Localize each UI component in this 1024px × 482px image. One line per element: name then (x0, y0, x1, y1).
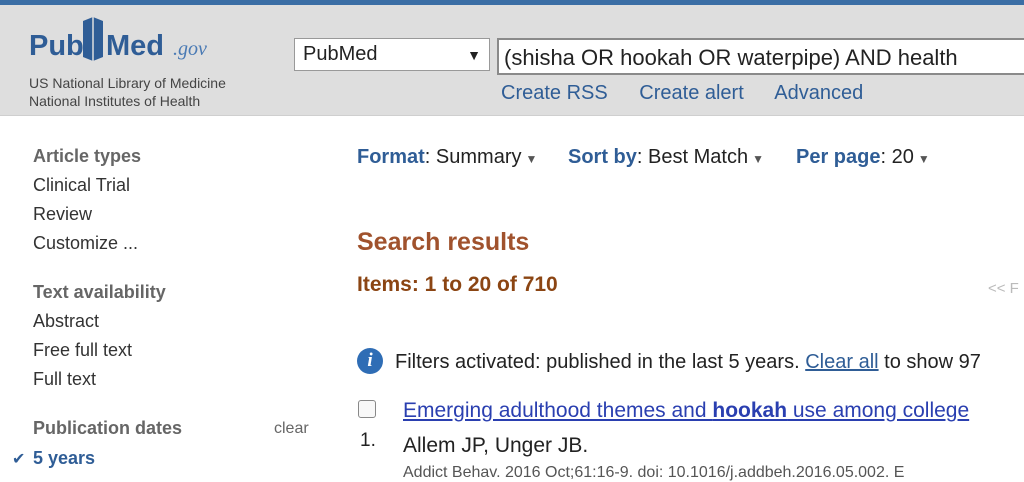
article-authors: Allem JP, Unger JB. (403, 434, 589, 457)
per-page-label: Per page (796, 146, 881, 168)
sort-label: Sort by (568, 146, 637, 168)
nlm-line2: National Institutes of Health (29, 93, 201, 109)
results-main: Format: Summary ▼ Sort by: Best Match ▼ Pe… (320, 116, 1024, 481)
per-page-value: 20 (891, 146, 914, 168)
search-input[interactable]: (shisha OR hookah OR waterpipe) AND heal… (497, 38, 1024, 75)
filter-sidebar: Article types Clinical Trial Review Cust… (0, 116, 320, 477)
format-value: Summary (435, 146, 522, 168)
first-page-link[interactable]: << F (988, 280, 1019, 297)
dropdown-arrow-icon: ▼ (467, 47, 481, 63)
article-title-highlight: hookah (712, 399, 788, 422)
format-control[interactable]: Format: Summary ▼ (357, 146, 537, 169)
dropdown-triangle-icon: ▼ (752, 152, 764, 166)
header: Pub Med .gov US National Library of Medi… (0, 5, 1024, 116)
clear-all-link[interactable]: Clear all (805, 351, 878, 373)
dropdown-triangle-icon: ▼ (525, 152, 538, 166)
search-query-text: (shisha OR hookah OR waterpipe) AND heal… (504, 45, 958, 70)
article-number: 1. (360, 430, 376, 451)
logo-pub-text: Pub (29, 30, 84, 62)
items-count: Items: 1 to 20 of 710 (357, 273, 558, 296)
filter-abstract[interactable]: Abstract (33, 311, 99, 332)
sort-control[interactable]: Sort by: Best Match ▼ (568, 146, 764, 169)
filter-5-years[interactable]: 5 years (33, 448, 95, 469)
format-label: Format (357, 146, 425, 168)
database-select[interactable]: PubMed ▼ (294, 38, 490, 71)
dropdown-triangle-icon: ▼ (917, 152, 930, 166)
filter-notice-text: Filters activated: published in the last… (395, 351, 800, 373)
sort-value: Best Match (648, 146, 749, 168)
results-title: Search results (357, 228, 530, 256)
checkmark-icon: ✔ (12, 451, 26, 468)
filter-free-full-text[interactable]: Free full text (33, 340, 132, 361)
article-title-part: use among college (787, 399, 970, 422)
header-links: Create RSS Create alert Advanced (501, 82, 889, 105)
create-rss-link[interactable]: Create RSS (501, 82, 608, 104)
clear-dates-link[interactable]: clear (274, 420, 309, 438)
per-page-control[interactable]: Per page: 20 ▼ (796, 146, 930, 169)
article-title-link[interactable]: Emerging adulthood themes and hookah use… (403, 399, 969, 423)
book-icon (83, 17, 103, 61)
filter-customize[interactable]: Customize ... (33, 233, 138, 254)
filter-full-text[interactable]: Full text (33, 369, 96, 390)
publication-dates-heading: Publication dates (33, 418, 183, 438)
logo-gov-text: .gov (173, 38, 207, 60)
filter-review[interactable]: Review (33, 204, 92, 225)
logo-med-text: Med (106, 30, 164, 62)
filter-suffix-text: to show 97 (884, 351, 981, 373)
filter-notice: Filters activated: published in the last… (395, 351, 981, 374)
article-citation: Addict Behav. 2016 Oct;61:16-9. doi: 10.… (403, 464, 905, 481)
article-checkbox[interactable] (358, 400, 376, 418)
info-icon: i (357, 348, 383, 374)
nlm-line1: US National Library of Medicine (29, 75, 226, 91)
article-title-part: Emerging adulthood themes and (403, 399, 713, 422)
nlm-text: US National Library of Medicine National… (29, 74, 226, 110)
article-types-heading: Article types (33, 146, 142, 166)
text-availability-heading: Text availability (33, 282, 166, 302)
advanced-link[interactable]: Advanced (774, 82, 863, 104)
filter-clinical-trial[interactable]: Clinical Trial (33, 175, 130, 196)
database-select-value: PubMed (303, 43, 378, 65)
create-alert-link[interactable]: Create alert (639, 82, 744, 104)
